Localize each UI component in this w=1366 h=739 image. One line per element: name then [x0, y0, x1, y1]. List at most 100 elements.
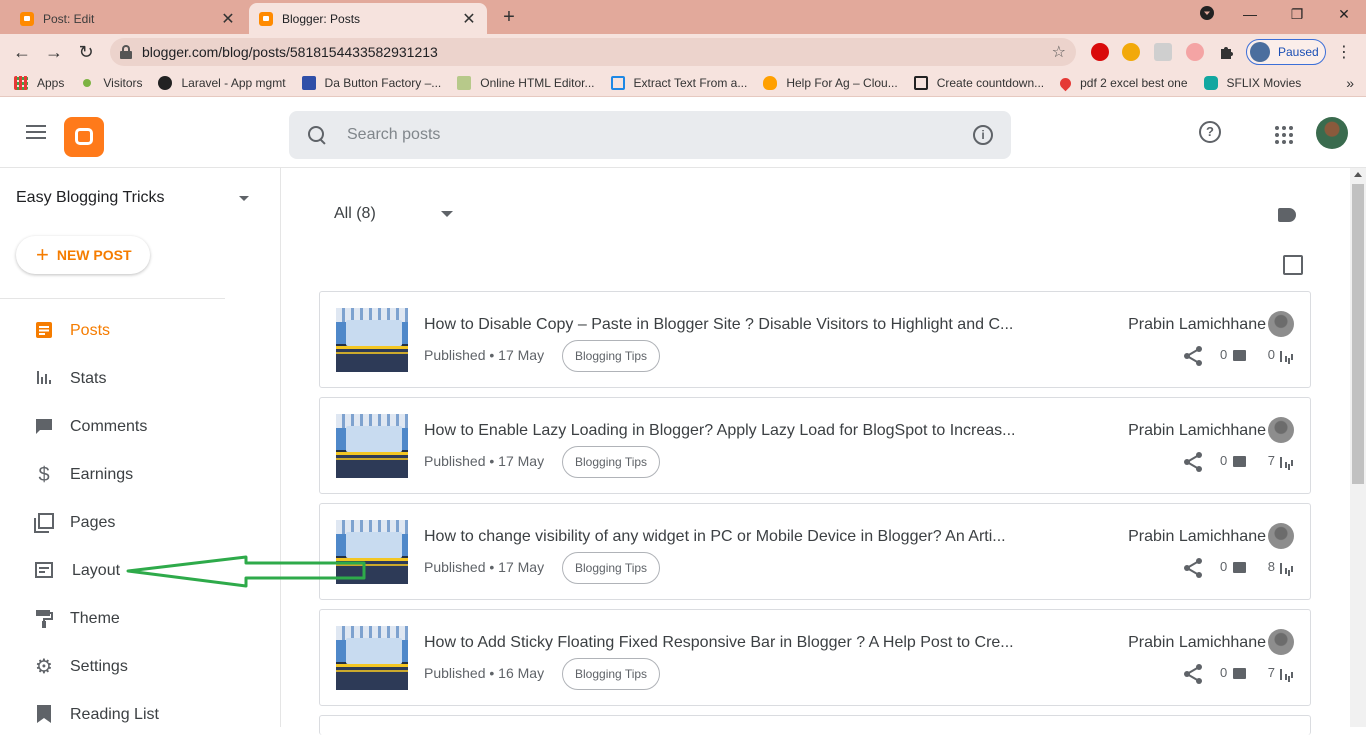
- bookmark-da-button-factory[interactable]: Da Button Factory –...: [301, 76, 441, 90]
- select-all-checkbox[interactable]: [1283, 255, 1303, 275]
- post-title[interactable]: How to Disable Copy – Paste in Blogger S…: [424, 316, 1034, 334]
- bookmark-online-html-editor[interactable]: Online HTML Editor...: [457, 76, 595, 90]
- bookmark-create-countdown[interactable]: Create countdown...: [913, 76, 1045, 90]
- sidebar-item-reading-list[interactable]: Reading List: [0, 691, 281, 739]
- post-label-chip[interactable]: Blogging Tips: [562, 658, 661, 690]
- reload-icon[interactable]: ↻: [74, 40, 98, 64]
- search-icon[interactable]: [307, 125, 327, 145]
- post-label-chip[interactable]: Blogging Tips: [562, 340, 661, 372]
- stats-icon: [34, 369, 54, 389]
- google-apps-icon[interactable]: [1275, 126, 1293, 144]
- post-row[interactable]: How to Disable Copy – Paste in Blogger S…: [319, 291, 1311, 388]
- bookmark-label: Create countdown...: [936, 76, 1045, 90]
- view-count: 7: [1267, 453, 1275, 468]
- post-row[interactable]: How to change visibility of any widget i…: [319, 503, 1311, 600]
- help-icon[interactable]: ?: [1199, 121, 1221, 143]
- label-tag-icon[interactable]: [1278, 208, 1296, 222]
- extension-coin-icon[interactable]: [1122, 43, 1140, 61]
- bookmark-pdf-2-excel[interactable]: pdf 2 excel best one: [1057, 75, 1188, 91]
- blogger-favicon-icon: [20, 11, 34, 26]
- new-post-label: NEW POST: [56, 247, 132, 263]
- blogger-logo-icon[interactable]: [64, 117, 104, 157]
- sidebar-item-comments[interactable]: Comments: [0, 403, 281, 451]
- sidebar-item-layout[interactable]: Layout: [0, 547, 281, 595]
- post-title[interactable]: How to Add Sticky Floating Fixed Respons…: [424, 634, 1034, 652]
- post-row[interactable]: [319, 715, 1311, 735]
- extensions-puzzle-icon[interactable]: [1218, 43, 1236, 61]
- share-icon[interactable]: [1182, 451, 1204, 473]
- layout-icon: [34, 561, 54, 581]
- post-author: Prabin Lamichhane: [1128, 316, 1266, 333]
- blogger-favicon-icon: [259, 11, 273, 26]
- tab-blogger-posts[interactable]: Blogger: Posts ✕: [249, 3, 487, 34]
- address-bar[interactable]: blogger.com/blog/posts/58181544335829312…: [110, 38, 1076, 66]
- sidebar-item-label: Layout: [72, 562, 121, 579]
- menu-icon[interactable]: [26, 125, 46, 139]
- post-title[interactable]: How to Enable Lazy Loading in Blogger? A…: [424, 422, 1034, 440]
- close-window-icon[interactable]: ✕: [1334, 6, 1354, 23]
- post-label-chip[interactable]: Blogging Tips: [562, 552, 661, 584]
- post-filter-dropdown[interactable]: All (8): [334, 205, 376, 223]
- extension-arrow-icon[interactable]: [1186, 43, 1204, 61]
- sidebar-item-stats[interactable]: Stats: [0, 355, 281, 403]
- sidebar-item-label: Pages: [70, 514, 116, 531]
- post-row[interactable]: How to Add Sticky Floating Fixed Respons…: [319, 609, 1311, 706]
- sidebar-item-earnings[interactable]: $ Earnings: [0, 451, 281, 499]
- tab-post-edit[interactable]: Post: Edit ✕: [10, 3, 246, 34]
- profile-paused-button[interactable]: Paused: [1246, 39, 1326, 65]
- sidebar-item-settings[interactable]: ⚙ Settings: [0, 643, 281, 691]
- post-author: Prabin Lamichhane: [1128, 634, 1266, 651]
- sidebar-item-posts[interactable]: Posts: [0, 307, 281, 355]
- bookmark-label: SFLIX Movies: [1226, 76, 1302, 90]
- post-row[interactable]: How to Enable Lazy Loading in Blogger? A…: [319, 397, 1311, 494]
- view-count: 8: [1267, 559, 1275, 574]
- new-post-button[interactable]: + NEW POST: [16, 236, 150, 274]
- sidebar-item-label: Comments: [70, 418, 148, 435]
- post-label-chip[interactable]: Blogging Tips: [562, 446, 661, 478]
- post-thumbnail: [336, 414, 408, 478]
- profile-menu-icon[interactable]: [1197, 6, 1217, 23]
- sflix-icon: [1203, 76, 1218, 90]
- sidebar-item-label: Reading List: [70, 706, 159, 723]
- bookmark-apps[interactable]: Apps: [14, 76, 64, 90]
- search-bar: i: [289, 111, 1011, 159]
- extension-shield-icon[interactable]: [1154, 43, 1172, 61]
- more-bookmarks-icon[interactable]: »: [1346, 75, 1354, 91]
- share-icon[interactable]: [1182, 345, 1204, 367]
- bookmark-laravel[interactable]: Laravel - App mgmt: [158, 76, 286, 90]
- post-title[interactable]: How to change visibility of any widget i…: [424, 528, 1034, 546]
- comment-count: 0: [1220, 559, 1228, 574]
- bookmark-extract-text[interactable]: Extract Text From a...: [610, 76, 747, 90]
- paint-roller-icon: [34, 609, 54, 629]
- forward-icon[interactable]: →: [42, 40, 66, 64]
- blog-selector[interactable]: Easy Blogging Tricks: [16, 189, 165, 207]
- close-tab-icon[interactable]: ✕: [220, 9, 236, 29]
- comments-icon: [34, 417, 54, 437]
- bookmark-help-for-ag[interactable]: Help For Ag – Clou...: [763, 76, 898, 90]
- back-icon[interactable]: ←: [10, 40, 34, 64]
- search-input[interactable]: [347, 126, 927, 144]
- page-scrollbar[interactable]: [1350, 168, 1366, 727]
- dollar-icon: $: [38, 464, 50, 486]
- browser-menu-icon[interactable]: ⋮: [1336, 42, 1352, 62]
- bookmark-visitors[interactable]: Visitors: [80, 76, 142, 90]
- user-avatar[interactable]: [1316, 117, 1348, 149]
- restore-icon[interactable]: ❐: [1287, 6, 1307, 23]
- close-tab-icon[interactable]: ✕: [461, 9, 477, 29]
- minimize-icon[interactable]: —: [1240, 6, 1260, 22]
- sidebar-item-theme[interactable]: Theme: [0, 595, 281, 643]
- bookmark-sflix-movies[interactable]: SFLIX Movies: [1203, 76, 1302, 90]
- bookmark-label: Apps: [37, 76, 65, 90]
- scroll-up-arrow-icon[interactable]: [1354, 172, 1362, 177]
- search-info-icon[interactable]: i: [973, 125, 993, 145]
- blog-dropdown-caret-icon[interactable]: [239, 196, 249, 201]
- new-tab-icon[interactable]: +: [499, 6, 519, 29]
- sidebar-item-pages[interactable]: Pages: [0, 499, 281, 547]
- bookmark-star-icon[interactable]: ☆: [1052, 42, 1066, 62]
- extension-opera-icon[interactable]: [1091, 43, 1109, 61]
- share-icon[interactable]: [1182, 663, 1204, 685]
- share-icon[interactable]: [1182, 557, 1204, 579]
- filter-caret-icon[interactable]: [441, 211, 453, 217]
- sidebar-item-label: Stats: [70, 370, 107, 387]
- scrollbar-thumb[interactable]: [1352, 184, 1364, 484]
